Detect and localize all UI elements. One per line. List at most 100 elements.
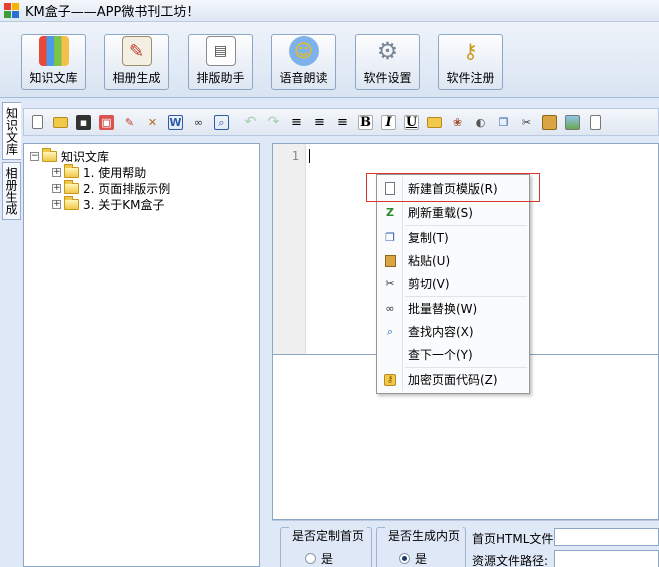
software-register-button[interactable]: ⚷ 软件注册: [438, 34, 503, 90]
search-button[interactable]: ∞: [188, 112, 209, 133]
menu-find-next[interactable]: 查下一个(Y): [379, 344, 527, 365]
folder-button[interactable]: [424, 112, 445, 133]
preview-button[interactable]: ▣: [96, 112, 117, 133]
undo-button[interactable]: ↶: [240, 112, 261, 133]
magnifier-icon: ⌕: [214, 114, 229, 130]
line-gutter: 1: [273, 144, 306, 354]
custom-home-yes-radio[interactable]: 是: [305, 550, 333, 567]
tools-icon: ✕: [147, 115, 158, 129]
italic-button[interactable]: I: [378, 112, 399, 133]
color-button[interactable]: ✎: [119, 112, 140, 133]
menu-find[interactable]: ⌕ 查找内容(X): [379, 321, 527, 342]
tree-item[interactable]: + 1. 使用帮助: [30, 163, 259, 180]
more-button[interactable]: [585, 112, 606, 133]
underline-button[interactable]: U: [401, 112, 422, 133]
align-left-button[interactable]: ≡: [286, 112, 307, 133]
knowledge-base-button[interactable]: 知识文库: [21, 34, 86, 90]
tree-item-label: 3. 关于KM盒子: [83, 197, 165, 212]
palette-icon: ✎: [124, 115, 135, 129]
menu-encrypt-code[interactable]: ⚷ 加密页面代码(Z): [379, 369, 527, 390]
copy-icon: ❐: [385, 231, 395, 244]
folder-icon: [427, 116, 442, 128]
bold-icon: B: [358, 114, 373, 130]
radio-on-icon: [399, 553, 410, 564]
expand-icon[interactable]: +: [52, 167, 61, 177]
tab-knowledge-base[interactable]: 知识文库: [2, 102, 21, 160]
picture-button[interactable]: [562, 112, 583, 133]
image-button[interactable]: ❀: [447, 112, 468, 133]
table-button[interactable]: ◐: [470, 112, 491, 133]
menu-separator: [405, 296, 527, 297]
menu-copy[interactable]: ❐ 复制(T): [379, 227, 527, 248]
calendar-icon: ▤: [205, 36, 236, 66]
lock-key-icon: ⚷: [379, 373, 401, 386]
gen-inner-group: 是否生成内页 是: [376, 527, 466, 567]
tab-album-generate[interactable]: 相册生成: [2, 162, 21, 220]
radio-off-icon: [305, 553, 316, 564]
word-button[interactable]: W: [165, 112, 186, 133]
cut-icon: ✂: [385, 277, 395, 290]
save-icon: ▪: [76, 114, 91, 130]
new-file-button[interactable]: [27, 112, 48, 133]
save-button[interactable]: ▪: [73, 112, 94, 133]
find-button[interactable]: ⌕: [211, 112, 232, 133]
folder-icon: [42, 147, 57, 162]
resource-path-input[interactable]: [554, 550, 659, 567]
open-file-button[interactable]: [50, 112, 71, 133]
binoculars-icon: ∞: [193, 115, 204, 129]
context-menu: 新建首页模版(R) Z 刷新重载(S) ❐ 复制(T) 粘贴(U) ✂ 剪切(V…: [376, 174, 530, 394]
menu-refresh[interactable]: Z 刷新重载(S): [379, 202, 527, 223]
gen-inner-yes-radio[interactable]: 是: [399, 550, 427, 567]
align-right-button[interactable]: ≡: [332, 112, 353, 133]
open-folder-icon: [53, 116, 68, 128]
tree-item-label: 2. 页面排版示例: [83, 181, 171, 196]
picture-icon: [565, 114, 580, 130]
table-icon: ◐: [475, 115, 486, 129]
underline-icon: U: [404, 114, 419, 130]
scissors-icon: ✂: [521, 115, 532, 129]
cut-button[interactable]: ✂: [516, 112, 537, 133]
bold-button[interactable]: B: [355, 112, 376, 133]
tree-item[interactable]: + 3. 关于KM盒子: [30, 195, 259, 212]
align-center-button[interactable]: ≡: [309, 112, 330, 133]
folder-icon: [64, 163, 79, 178]
custom-home-legend: 是否定制首页: [289, 527, 368, 544]
paste-button[interactable]: [539, 112, 560, 133]
side-tabs: 知识文库 相册生成: [0, 98, 22, 567]
collapse-icon[interactable]: −: [30, 151, 39, 161]
expand-icon[interactable]: +: [52, 199, 61, 209]
album-generate-button[interactable]: ✎ 相册生成: [104, 34, 169, 90]
redo-button[interactable]: ↷: [263, 112, 284, 133]
expand-icon[interactable]: +: [52, 183, 61, 193]
align-left-icon: ≡: [291, 114, 302, 130]
refresh-icon: Z: [386, 206, 394, 219]
copy-icon: ❐: [498, 115, 509, 129]
tools-button[interactable]: ✕: [142, 112, 163, 133]
app-logo-icon: [4, 2, 20, 19]
redo-icon: ↷: [267, 114, 280, 130]
preview-icon: ▣: [99, 114, 114, 130]
voice-read-button[interactable]: ☺ 语音朗读: [271, 34, 336, 90]
tree-root[interactable]: − 知识文库: [30, 147, 259, 164]
find-icon: ⌕: [386, 324, 394, 338]
menu-cut[interactable]: ✂ 剪切(V): [379, 273, 527, 294]
home-html-label: 首页HTML文件:: [472, 532, 558, 546]
menu-batch-replace[interactable]: ∞ 批量替换(W): [379, 298, 527, 319]
settings-form: 是否定制首页 是 是否生成内页 是 首页HTML文件: 资源文件路径:: [272, 520, 659, 567]
layout-assistant-button[interactable]: ▤ 排版助手: [188, 34, 253, 90]
home-html-input[interactable]: [554, 528, 659, 546]
paste-icon: [379, 254, 401, 267]
books-icon: [38, 36, 69, 66]
software-settings-button[interactable]: ⚙ 软件设置: [355, 34, 420, 90]
chat-icon: ☺: [288, 36, 319, 66]
word-icon: W: [168, 114, 183, 130]
paste-icon: [542, 114, 557, 130]
tree-root-label: 知识文库: [61, 149, 110, 164]
copy-button[interactable]: ❐: [493, 112, 514, 133]
gen-inner-legend: 是否生成内页: [385, 527, 464, 544]
document-icon: [590, 114, 601, 130]
knowledge-tree: − 知识文库 + 1. 使用帮助 + 2. 页面排版示例 + 3. 关于KM盒子: [23, 143, 260, 567]
tree-item[interactable]: + 2. 页面排版示例: [30, 179, 259, 196]
image-icon: ❀: [452, 115, 463, 129]
menu-paste[interactable]: 粘贴(U): [379, 250, 527, 271]
